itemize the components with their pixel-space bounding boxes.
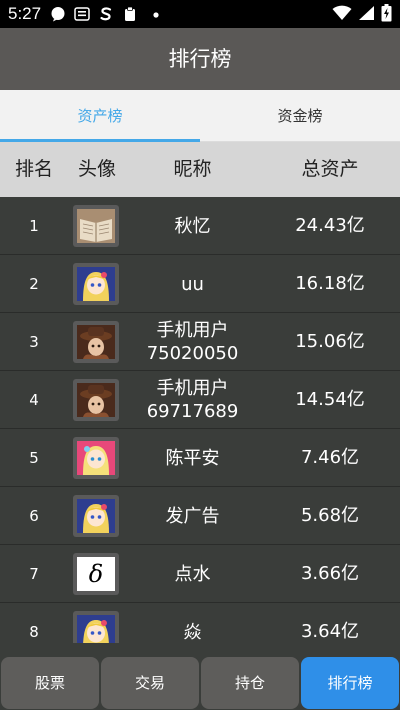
nav-holdings-button[interactable]: 持仓 [201, 657, 299, 709]
table-header: 排名 头像 昵称 总资产 [0, 142, 400, 197]
row-nickname: 秋忆 [174, 215, 211, 237]
table-row[interactable]: 2 uu 16.18亿 [0, 255, 400, 313]
avatar [73, 611, 119, 643]
row-total-assets: 3.64亿 [300, 621, 360, 642]
row-rank: 6 [29, 507, 39, 525]
clipboard-icon [125, 6, 135, 21]
row-nickname: 手机用户 69717689 [125, 371, 260, 429]
anime-girl-avatar-icon [77, 499, 115, 533]
chat-bubble-icon [51, 7, 65, 22]
column-header-rank: 排名 [14, 158, 53, 180]
table-row[interactable]: 5 陈平安 7.46亿 [0, 429, 400, 487]
nickname-line-2: 69717689 [146, 401, 239, 422]
avatar [73, 379, 119, 421]
row-total-assets: 16.18亿 [295, 273, 365, 294]
nav-ranking-button[interactable]: 排行榜 [301, 657, 399, 709]
row-rank: 3 [29, 333, 39, 351]
bottom-navigation: 股票 交易 持仓 排行榜 [0, 655, 400, 710]
row-nickname: 手机用户 75020050 [125, 313, 260, 371]
tab-bar: 资产榜 资金榜 [0, 90, 400, 142]
delta-symbol-avatar-icon: δ [77, 557, 115, 591]
avatar [73, 495, 119, 537]
table-row[interactable]: 8 焱 3.64亿 [0, 603, 400, 643]
row-nickname: uu [181, 273, 204, 295]
column-header-avatar: 头像 [77, 158, 116, 180]
book-photo-avatar-icon [77, 209, 115, 243]
table-row[interactable]: 3 手机用户 75020050 15.06亿 [0, 313, 400, 371]
table-row[interactable]: 4 手机用户 69717689 14.54亿 [0, 371, 400, 429]
status-time: 5:27 [8, 4, 42, 23]
wifi-icon [332, 5, 352, 20]
battery-charging-icon [381, 4, 392, 22]
table-row[interactable]: 1 秋忆 24.43亿 [0, 197, 400, 255]
avatar [73, 437, 119, 479]
table-row[interactable]: 6 发广告 5.68亿 [0, 487, 400, 545]
nav-trade-button[interactable]: 交易 [101, 657, 199, 709]
column-header-total-assets: 总资产 [301, 158, 359, 180]
anime-girl-pink-avatar-icon [77, 441, 115, 475]
row-total-assets: 24.43亿 [295, 215, 365, 236]
column-header-nickname: 昵称 [173, 158, 212, 180]
row-total-assets: 15.06亿 [295, 331, 365, 352]
table-row[interactable]: 7 δ 点水 3.66亿 [0, 545, 400, 603]
app-bar: 排行榜 [0, 28, 400, 90]
row-rank: 1 [29, 217, 39, 235]
row-rank: 2 [29, 275, 39, 293]
row-rank: 8 [29, 623, 39, 641]
nav-stocks-button[interactable]: 股票 [1, 657, 99, 709]
avatar [73, 321, 119, 363]
ranking-list[interactable]: 1 秋忆 24.43亿 2 uu 16.18亿 3 手机用户 75020050 1… [0, 197, 400, 643]
row-rank: 7 [29, 565, 39, 583]
page-title: 排行榜 [168, 47, 232, 71]
hat-character-avatar-icon [77, 383, 115, 417]
avatar: δ [73, 553, 119, 595]
status-bar: 5:27 [0, 0, 400, 28]
row-nickname: 焱 [183, 621, 202, 643]
row-rank: 4 [29, 391, 39, 409]
row-total-assets: 5.68亿 [300, 505, 360, 526]
avatar [73, 205, 119, 247]
nickname-line-1: 手机用户 [156, 320, 229, 341]
nickname-line-1: 手机用户 [156, 378, 229, 399]
row-total-assets: 7.46亿 [300, 447, 360, 468]
row-total-assets: 14.54亿 [295, 389, 365, 410]
s-logo-icon [100, 7, 112, 21]
row-nickname: 陈平安 [165, 447, 220, 469]
signal-icon [359, 6, 374, 20]
hat-character-avatar-icon [77, 325, 115, 359]
dot-icon [153, 12, 159, 18]
avatar [73, 263, 119, 305]
row-nickname: 发广告 [165, 505, 220, 527]
tab-fund-ranking[interactable]: 资金榜 [200, 90, 400, 142]
row-total-assets: 3.66亿 [300, 563, 360, 584]
row-rank: 5 [29, 449, 39, 467]
tab-asset-ranking[interactable]: 资产榜 [0, 90, 200, 142]
app-badge-icon [74, 7, 90, 21]
anime-girl-avatar-icon [77, 267, 115, 301]
nickname-line-2: 75020050 [146, 343, 239, 364]
row-nickname: 点水 [174, 563, 211, 585]
anime-girl-avatar-icon [77, 615, 115, 643]
